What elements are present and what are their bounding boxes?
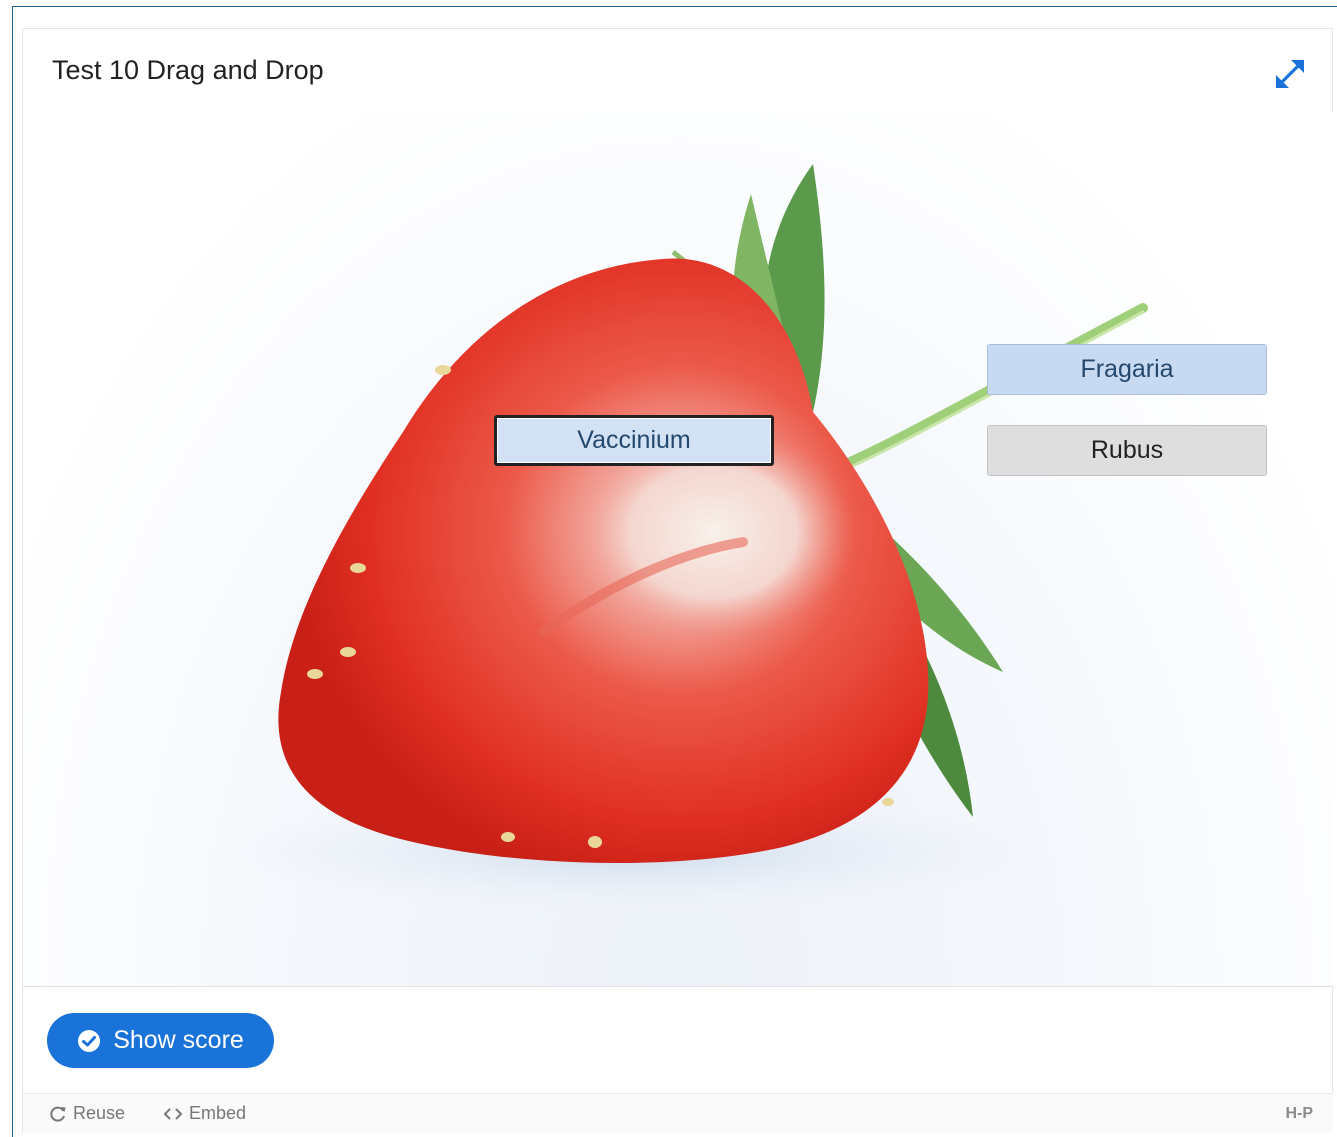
reuse-button[interactable]: Reuse xyxy=(49,1103,125,1124)
h5p-logo[interactable]: H-P xyxy=(1285,1105,1313,1123)
embed-label: Embed xyxy=(189,1103,247,1123)
task-image xyxy=(23,112,1333,986)
stage-divider xyxy=(23,986,1333,987)
embed-button[interactable]: Embed xyxy=(163,1103,246,1124)
drop-zone-label: Vaccinium xyxy=(577,426,691,454)
show-score-label: Show score xyxy=(113,1026,244,1054)
fullscreen-button[interactable] xyxy=(1272,56,1308,92)
strawberry-image xyxy=(213,164,1148,912)
code-icon xyxy=(163,1107,183,1120)
drop-zone-label: Rubus xyxy=(1090,436,1164,464)
check-circle-icon xyxy=(78,1029,101,1052)
show-score-button[interactable]: Show score xyxy=(47,1013,274,1068)
drop-zone-rubus[interactable]: Rubus xyxy=(987,425,1267,476)
drop-zone-fragaria[interactable]: Fragaria xyxy=(987,344,1267,395)
refresh-icon xyxy=(50,1106,66,1122)
drop-zone-label: Fragaria xyxy=(1080,355,1174,383)
reuse-label: Reuse xyxy=(73,1103,126,1123)
footer-bar: Reuse Embed H-P xyxy=(23,1093,1333,1133)
expand-arrows-icon xyxy=(1276,60,1304,88)
page-title: Test 10 Drag and Drop xyxy=(52,55,324,85)
drop-zone-vaccinium[interactable]: Vaccinium xyxy=(494,415,774,466)
